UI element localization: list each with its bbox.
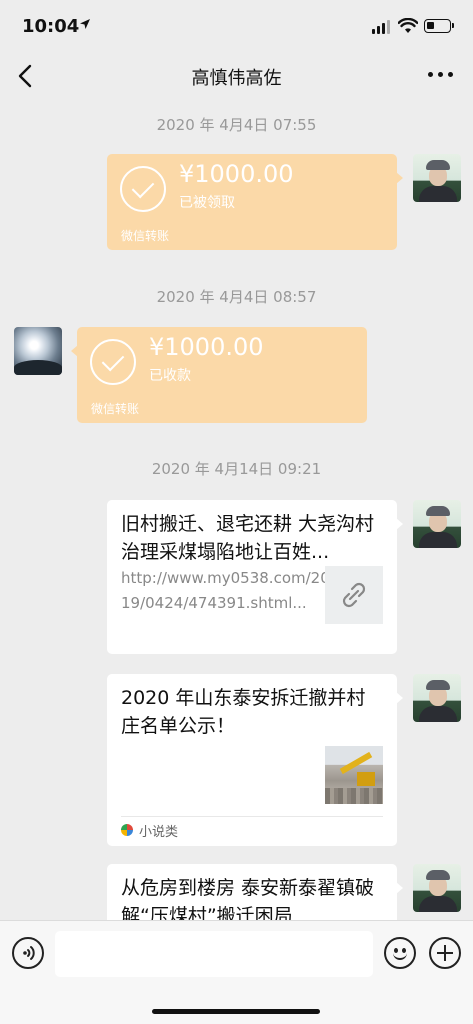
- article-thumbnail: [325, 746, 383, 804]
- bubble-tail: [396, 882, 403, 894]
- chat-title: 高慎伟高佐: [191, 68, 282, 89]
- battery-level: [427, 22, 434, 29]
- message-list[interactable]: 2020 年 4月4日 07:55 ¥1000.00 已被领取 微信转账 202…: [0, 100, 473, 920]
- message-input[interactable]: [55, 931, 373, 977]
- transfer-message[interactable]: ¥1000.00 已收款 微信转账: [71, 327, 367, 423]
- check-circle-icon: [120, 166, 166, 212]
- app-logo-icon: [121, 824, 133, 836]
- plus-icon[interactable]: [429, 937, 461, 969]
- bubble-tail: [396, 172, 403, 184]
- home-indicator: [152, 1009, 320, 1014]
- link-url: http://www.my0538.com/2019/0424/474391.s…: [121, 569, 330, 612]
- bubble-tail: [396, 518, 403, 530]
- check-circle-icon: [90, 339, 136, 385]
- contact-avatar[interactable]: [14, 327, 62, 375]
- article-title: 从危房到楼房 泰安新泰翟镇破解“压煤村”搬迁困局: [121, 877, 375, 920]
- transfer-label: 微信转账: [121, 229, 170, 243]
- link-icon: [325, 566, 383, 624]
- article-message[interactable]: 2020 年山东泰安拆迁撤并村庄名单公示！ 小说类: [107, 674, 403, 846]
- divider: [121, 816, 383, 817]
- my-avatar[interactable]: [413, 500, 461, 548]
- voice-icon[interactable]: [12, 937, 44, 969]
- article-message[interactable]: 从危房到楼房 泰安新泰翟镇破解“压煤村”搬迁困局: [107, 864, 403, 920]
- transfer-status: 已被领取: [179, 195, 235, 211]
- status-time: 10:04: [22, 16, 80, 37]
- transfer-message[interactable]: ¥1000.00 已被领取 微信转账: [107, 154, 403, 250]
- emoji-icon[interactable]: [384, 937, 416, 969]
- link-title: 旧村搬迁、退宅还耕 大尧沟村治理采煤塌陷地让百姓...: [121, 513, 375, 563]
- input-bar: [0, 920, 473, 1024]
- status-bar: 10:04: [0, 0, 473, 52]
- article-title: 2020 年山东泰安拆迁撤并村庄名单公示！: [121, 687, 366, 737]
- my-avatar[interactable]: [413, 154, 461, 202]
- transfer-status: 已收款: [149, 368, 191, 384]
- message-timestamp: 2020 年 4月4日 08:57: [156, 288, 317, 306]
- bubble-tail: [396, 692, 403, 704]
- location-arrow-icon: [80, 19, 90, 29]
- bubble-tail: [71, 345, 78, 357]
- transfer-amount: ¥1000.00: [149, 333, 264, 361]
- transfer-amount: ¥1000.00: [179, 160, 294, 188]
- link-message[interactable]: 旧村搬迁、退宅还耕 大尧沟村治理采煤塌陷地让百姓... http://www.m…: [107, 500, 403, 654]
- message-timestamp: 2020 年 4月4日 07:55: [156, 116, 317, 134]
- cellular-signal-icon: [372, 20, 392, 34]
- message-timestamp: 2020 年 4月14日 09:21: [151, 460, 322, 478]
- battery-icon: [424, 19, 454, 33]
- more-dots-icon[interactable]: [428, 72, 454, 80]
- my-avatar[interactable]: [413, 674, 461, 722]
- transfer-label: 微信转账: [91, 402, 140, 416]
- my-avatar[interactable]: [413, 864, 461, 912]
- wifi-icon: [398, 18, 418, 33]
- article-source: 小说类: [139, 825, 179, 840]
- chat-header: 高慎伟高佐: [0, 52, 473, 100]
